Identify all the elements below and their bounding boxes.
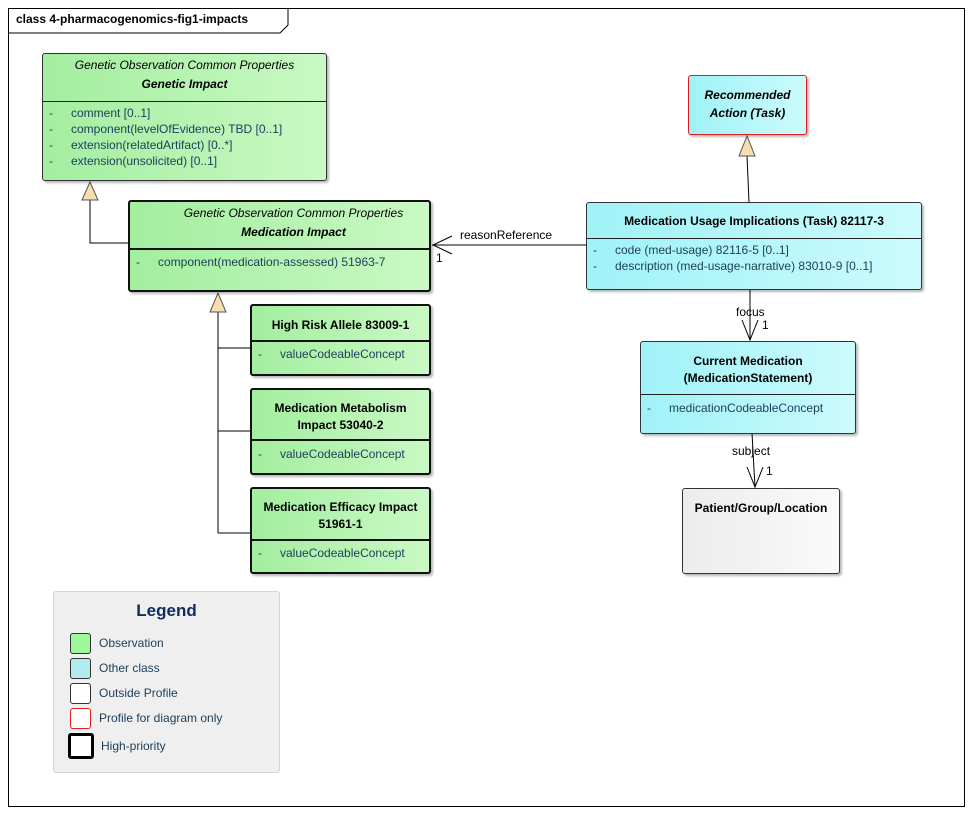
class-attributes: - medicationCodeableConcept [641,400,855,416]
class-attribute: - valueCodeableConcept [258,347,405,361]
class-divider [252,439,429,441]
class-name: Patient/Group/Location [694,501,828,515]
class-attributes: - valueCodeableConcept [252,346,429,362]
generalization-arrowhead-icon [81,180,99,201]
class-header: Current Medication (MedicationStatement) [641,342,855,386]
class-current-medication[interactable]: Current Medication (MedicationStatement)… [640,341,856,434]
legend: Legend Observation Other class Outside P… [53,591,280,773]
class-attributes: - valueCodeableConcept [252,545,429,561]
legend-label: Other class [99,661,160,675]
class-attribute: - valueCodeableConcept [258,447,405,461]
class-header: Medication Efficacy Impact 51961-1 [252,489,429,532]
class-attributes: - comment [0..1] - component(levelOfEviden… [43,105,326,169]
class-name: High Risk Allele 83009-1 [271,318,410,332]
class-name-line1: Recommended [704,88,791,102]
legend-title: Legend [136,601,197,620]
class-medication-usage-implications[interactable]: Medication Usage Implications (Task) 821… [586,202,922,290]
class-attributes: - code (med-usage) 82116-5 [0..1] - descri… [587,242,921,274]
class-header: High Risk Allele 83009-1 [252,306,429,333]
class-attribute: - valueCodeableConcept [258,546,405,560]
class-attribute: - description (med-usage-narrative) 83010… [593,259,873,273]
class-header: Recommended Action (Task) [689,76,806,121]
class-name: Medication Usage Implications (Task) 821… [624,214,884,228]
association-role-label: subject [732,444,771,458]
class-attribute: - component(medication-assessed) 51963-7 [136,255,386,269]
class-stereotype: Genetic Observation Common Properties [183,206,404,220]
class-recommended-action[interactable]: Recommended Action (Task) [688,75,807,135]
class-patient-group-location[interactable]: Patient/Group/Location [682,488,840,574]
class-attribute: - code (med-usage) 82116-5 [0..1] [593,243,789,257]
diagram-title: class 4-pharmacogenomics-fig1-impacts [16,12,249,26]
class-header: Medication Metabolism Impact 53040-2 [252,390,429,433]
generalization-arrowhead-icon [209,291,227,313]
class-name: Genetic Impact [141,77,228,91]
class-divider [252,539,429,541]
class-name-line1: Medication Efficacy Impact [263,500,418,514]
class-divider [641,394,855,395]
generalization-line-usage-implications [746,155,750,203]
class-name-line1: Current Medication [693,354,803,368]
class-attribute: - component(levelOfEvidence) TBD [0..1] [49,122,283,136]
class-attributes: - component(medication-assessed) 51963-7 [130,254,429,270]
class-name: Medication Impact [241,225,346,239]
association-multiplicity-label: 1 [766,464,773,478]
legend-label: Outside Profile [99,686,178,700]
class-name-line2: 51961-1 [318,517,363,531]
association-multiplicity-label: 1 [436,251,443,265]
association-role-label: focus [736,305,765,319]
class-divider [43,101,326,102]
class-genetic-impact[interactable]: Genetic Observation Common Properties Ge… [42,53,327,181]
association-subject-line [751,432,756,488]
association-multiplicity-label: 1 [762,318,769,332]
class-attribute: - extension(relatedArtifact) [0..*] [49,138,233,152]
class-divider [252,340,429,342]
class-header: Genetic Observation Common Properties Me… [130,202,429,240]
class-name-line2: Action (Task) [709,106,786,120]
class-attribute: - medicationCodeableConcept [647,401,824,415]
class-divider [130,248,429,250]
class-high-risk-allele[interactable]: High Risk Allele 83009-1 - valueCodeableC… [250,304,431,376]
class-stereotype: Genetic Observation Common Properties [74,58,295,72]
legend-label: Profile for diagram only [99,711,223,725]
class-medication-impact[interactable]: Genetic Observation Common Properties Me… [128,200,431,292]
generalization-arrowhead-icon [738,134,756,157]
class-medication-efficacy-impact[interactable]: Medication Efficacy Impact 51961-1 - valu… [250,487,431,574]
generalization-line-medication-impact [89,200,128,244]
class-divider [587,238,921,239]
legend-swatch-other-class [70,658,91,679]
class-name-line2: Impact 53040-2 [297,418,384,432]
class-attributes: - valueCodeableConcept [252,446,429,462]
class-header: Genetic Observation Common Properties Ge… [43,54,326,92]
class-header: Patient/Group/Location [683,489,839,516]
class-header: Medication Usage Implications (Task) 821… [587,203,921,229]
legend-swatch-diagram-only [70,708,91,729]
legend-label: High-priority [101,739,166,753]
legend-swatch-high-priority [68,733,94,759]
class-name-line2: (MedicationStatement) [683,371,813,385]
class-name-line1: Medication Metabolism [274,401,407,415]
association-role-label: reasonReference [460,228,553,242]
class-medication-metabolism-impact[interactable]: Medication Metabolism Impact 53040-2 - va… [250,388,431,475]
class-attribute: - comment [0..1] [49,106,151,120]
legend-swatch-observation [70,633,91,654]
legend-swatch-outside-profile [70,683,91,704]
class-attribute: - extension(unsolicited) [0..1] [49,154,218,168]
legend-label: Observation [99,636,164,650]
